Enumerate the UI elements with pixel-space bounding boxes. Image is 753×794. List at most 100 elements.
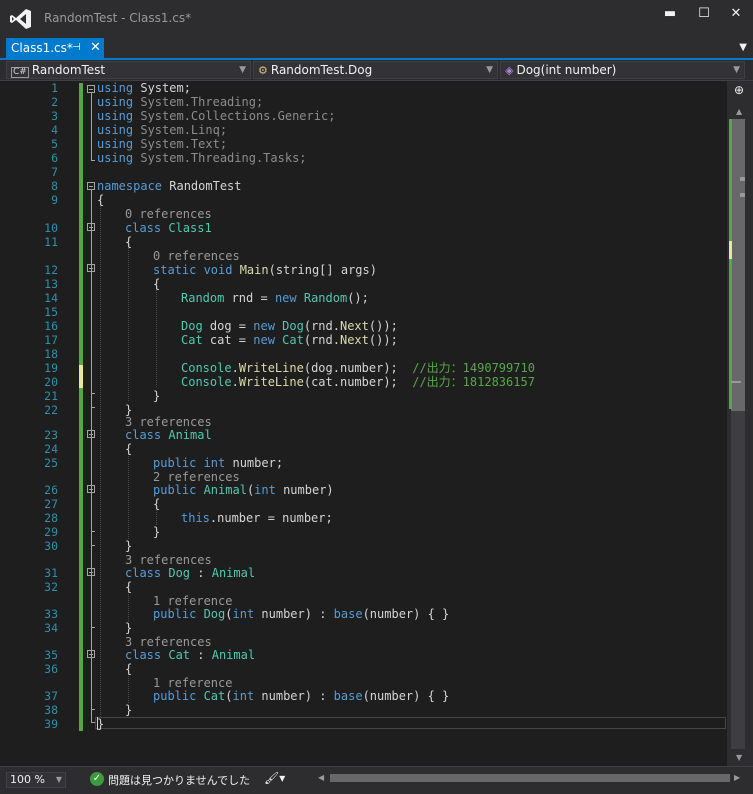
indent-guide bbox=[100, 199, 101, 717]
line-number: 4 bbox=[51, 123, 58, 137]
code-editor[interactable]: 1 2 3 4 5 6 7 8 9 10 11 12 13 14 15 16 17 18 19 20 21 22 23 24 2… bbox=[0, 81, 727, 766]
codelens-references[interactable]: 0 references bbox=[153, 249, 240, 263]
collapse-animal-ctor-icon[interactable] bbox=[87, 485, 95, 493]
vertical-scrollbar[interactable]: ⊕ ▲ ▼ bbox=[727, 81, 753, 766]
scrollbar-thumb[interactable] bbox=[731, 119, 745, 411]
window-title: RandomTest - Class1.cs* bbox=[44, 11, 192, 25]
line-number: 33 bbox=[44, 607, 58, 621]
line-number: 7 bbox=[51, 165, 58, 179]
change-bar-saved bbox=[79, 388, 83, 731]
code-line-30: } bbox=[125, 539, 133, 553]
outline-end bbox=[91, 627, 95, 628]
collapse-namespace-icon[interactable] bbox=[87, 182, 95, 190]
code-line-3: using System.Collections.Generic; bbox=[97, 109, 336, 123]
chevron-down-icon: ▼ bbox=[239, 65, 246, 75]
scroll-change-marker bbox=[729, 259, 732, 409]
collapse-class1-icon[interactable] bbox=[87, 223, 95, 231]
code-line-20: Console.WriteLine(cat.number); //出力：1812… bbox=[181, 375, 535, 389]
horizontal-scrollbar[interactable]: ◀ ▶ bbox=[310, 773, 740, 783]
collapse-cat-icon[interactable] bbox=[87, 650, 95, 658]
line-number: 16 bbox=[44, 319, 58, 333]
class-name: RandomTest.Dog bbox=[270, 63, 373, 77]
scroll-marker bbox=[740, 177, 745, 181]
horizontal-scrollbar-thumb[interactable] bbox=[330, 774, 730, 782]
line-number: 27 bbox=[44, 497, 58, 511]
current-line-highlight bbox=[95, 717, 726, 729]
chevron-down-icon: ▼ bbox=[486, 65, 493, 75]
line-number: 38 bbox=[44, 703, 58, 717]
zoom-dropdown[interactable]: 100 % ▼ bbox=[6, 772, 66, 788]
pin-icon[interactable]: ⊣ bbox=[72, 38, 81, 58]
codelens-references[interactable]: 1 reference bbox=[153, 676, 232, 690]
scroll-up-icon[interactable]: ▲ bbox=[736, 107, 742, 116]
collapse-dog-icon[interactable] bbox=[87, 568, 95, 576]
class-icon: ⚙ bbox=[258, 64, 268, 77]
check-circle-icon[interactable]: ✓ bbox=[90, 772, 104, 786]
code-line-27: { bbox=[153, 497, 161, 511]
collapse-animal-icon[interactable] bbox=[87, 430, 95, 438]
member-name: Dog(int number) bbox=[516, 63, 617, 77]
line-number: 32 bbox=[44, 580, 58, 594]
scroll-marker bbox=[740, 193, 745, 197]
line-number: 28 bbox=[44, 511, 58, 525]
member-dropdown[interactable]: ◈ Dog(int number) ▼ bbox=[500, 61, 745, 79]
codelens-references[interactable]: 3 references bbox=[125, 415, 212, 429]
collapse-usings-icon[interactable] bbox=[87, 85, 95, 93]
code-line-5: using System.Text; bbox=[97, 137, 228, 151]
outline-line bbox=[91, 93, 92, 161]
code-line-39: } bbox=[97, 717, 105, 731]
code-line-26: public Animal(int number) bbox=[153, 483, 334, 497]
code-line-37: public Cat(int number) : base(number) { … bbox=[153, 689, 450, 703]
codelens-references[interactable]: 0 references bbox=[125, 207, 212, 221]
class-dropdown[interactable]: ⚙ RandomTest.Dog ▼ bbox=[253, 61, 498, 79]
scroll-caret-marker bbox=[731, 381, 741, 383]
split-window-icon[interactable]: ⊕ bbox=[734, 83, 744, 97]
close-tab-icon[interactable]: ✕ bbox=[90, 38, 101, 58]
codelens-references[interactable]: 3 references bbox=[125, 635, 212, 649]
line-number: 15 bbox=[44, 305, 58, 319]
issues-status-text[interactable]: 問題は見つかりませんでした bbox=[108, 772, 250, 788]
change-bar-unsaved bbox=[79, 365, 83, 388]
collapse-main-icon[interactable] bbox=[87, 264, 95, 272]
scroll-down-icon[interactable]: ▼ bbox=[736, 753, 742, 762]
line-number: 12 bbox=[44, 263, 58, 277]
line-number: 18 bbox=[44, 347, 58, 361]
codelens-references[interactable]: 3 references bbox=[125, 553, 212, 567]
code-line-35: class Cat : Animal bbox=[125, 648, 256, 662]
scroll-change-marker bbox=[729, 119, 732, 241]
codelens-references[interactable]: 2 references bbox=[153, 470, 240, 484]
code-line-32: { bbox=[125, 580, 133, 594]
line-number: 19 bbox=[44, 361, 58, 375]
scroll-left-icon[interactable]: ◀ bbox=[318, 773, 324, 782]
line-number: 36 bbox=[44, 662, 58, 676]
minimize-button[interactable]: ▬ bbox=[660, 6, 680, 22]
code-line-21: } bbox=[153, 389, 161, 403]
project-name: RandomTest bbox=[31, 63, 106, 77]
line-number: 34 bbox=[44, 621, 58, 635]
code-cleanup-brush-icon[interactable]: 🖌▾ bbox=[264, 771, 285, 785]
indent-guide bbox=[128, 241, 129, 401]
code-line-4: using System.Linq; bbox=[97, 123, 228, 137]
outline-end bbox=[91, 531, 95, 532]
code-line-13: { bbox=[153, 277, 161, 291]
line-number: 9 bbox=[51, 193, 58, 207]
code-line-12: static void Main(string[] args) bbox=[153, 263, 377, 277]
tab-list-dropdown-icon[interactable]: ▼ bbox=[739, 42, 747, 53]
project-dropdown[interactable]: C# RandomTest ▼ bbox=[6, 61, 251, 79]
visual-studio-logo-icon bbox=[10, 9, 31, 29]
line-number: 39 bbox=[44, 717, 58, 731]
method-icon: ◈ bbox=[505, 64, 514, 77]
code-line-38: } bbox=[125, 703, 133, 717]
code-line-1: using System; bbox=[97, 81, 191, 95]
line-number: 29 bbox=[44, 525, 58, 539]
scroll-right-icon[interactable]: ▶ bbox=[734, 773, 740, 782]
line-number: 14 bbox=[44, 291, 58, 305]
csharp-project-icon: C# bbox=[11, 67, 29, 78]
outline-end bbox=[91, 545, 95, 546]
maximize-button[interactable]: ☐ bbox=[694, 6, 714, 22]
line-number: 30 bbox=[44, 539, 58, 553]
close-window-button[interactable]: ✕ bbox=[726, 6, 746, 22]
tab-class1-cs[interactable]: Class1.cs* ⊣ ✕ bbox=[6, 38, 104, 58]
navigation-bar: C# RandomTest ▼ ⚙ RandomTest.Dog ▼ ◈ Dog(in… bbox=[0, 60, 753, 81]
codelens-references[interactable]: 1 reference bbox=[153, 594, 232, 608]
